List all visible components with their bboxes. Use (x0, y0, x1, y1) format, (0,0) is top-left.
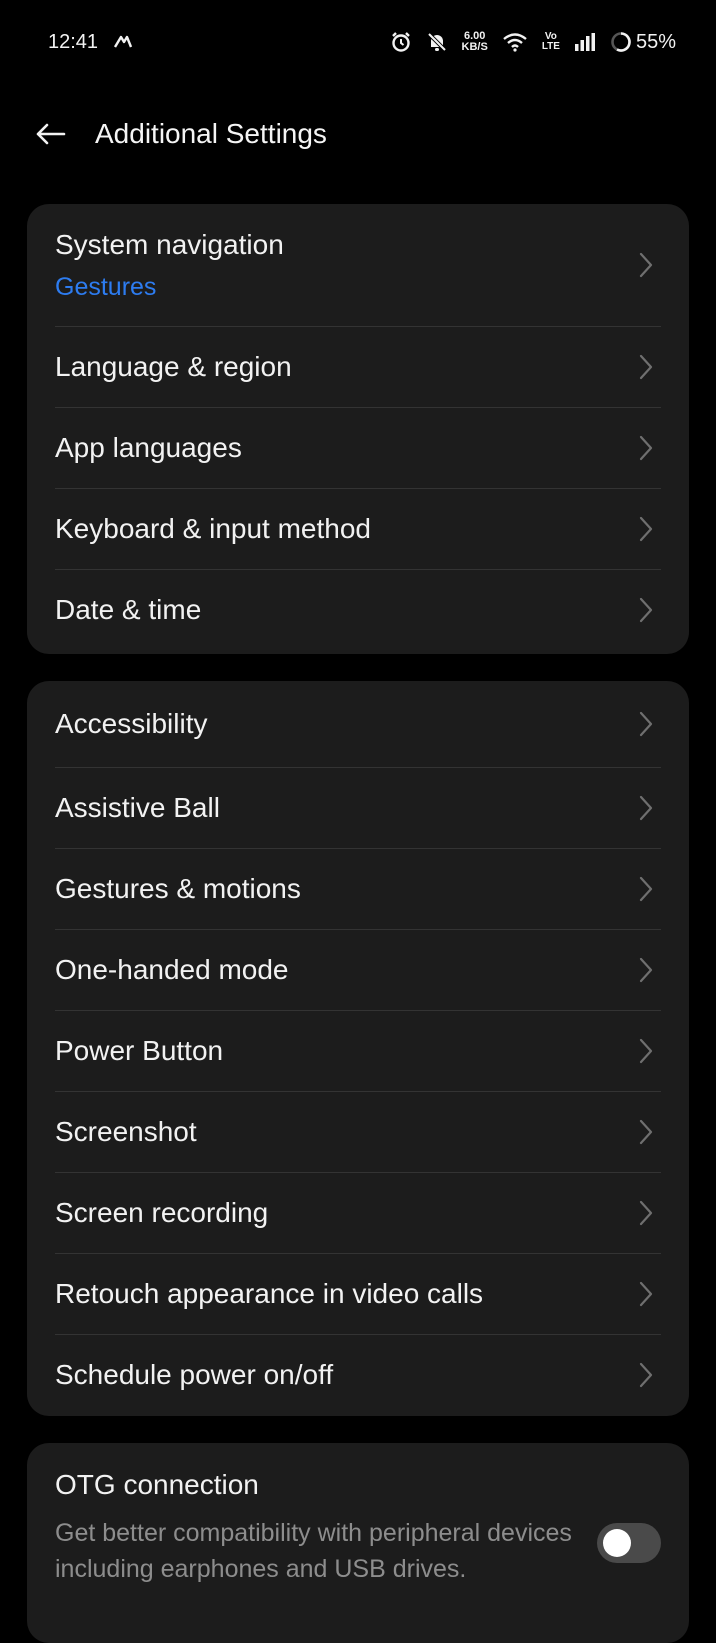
status-bar: 12:41 6.00 KB/S Vo LTE 55% (0, 0, 716, 84)
signal-icon (574, 33, 596, 51)
list-item-label: Screen recording (55, 1196, 269, 1228)
chevron-right-icon (639, 252, 653, 278)
network-speed: 6.00 KB/S (461, 30, 488, 53)
chevron-right-icon (639, 1281, 653, 1306)
otg-connection-label: OTG connection (55, 1469, 259, 1500)
clock: 12:41 (48, 30, 99, 53)
date-time-item[interactable]: Date & time (27, 569, 689, 650)
system-navigation-value: Gestures (55, 272, 157, 301)
header: Additional Settings (0, 100, 716, 170)
list-item-label: Power Button (55, 1034, 224, 1066)
chevron-right-icon (639, 957, 653, 982)
chevron-right-icon (639, 1362, 653, 1387)
system-navigation-label: System navigation (55, 228, 284, 260)
wifi-icon (502, 32, 528, 52)
battery-percent: 55% (635, 30, 676, 53)
chevron-right-icon (639, 711, 653, 737)
screen-recording-item[interactable]: Screen recording (27, 1172, 689, 1253)
settings-group-system: Accessibility Assistive Ball Gestures & … (27, 681, 689, 1416)
list-item-label: One-handed mode (55, 953, 289, 985)
list-item-label: Keyboard & input method (55, 512, 371, 544)
list-item-label: Schedule power on/off (55, 1358, 334, 1390)
chevron-right-icon (639, 597, 653, 622)
one-handed-mode-item[interactable]: One-handed mode (27, 929, 689, 1010)
volte-indicator: Vo LTE (541, 31, 560, 52)
power-button-item[interactable]: Power Button (27, 1010, 689, 1091)
alarm-icon (390, 31, 412, 53)
list-item-label: Retouch appearance in video calls (55, 1277, 484, 1309)
language-region-item[interactable]: Language & region (27, 326, 689, 407)
chevron-right-icon (639, 354, 653, 379)
screenshot-item[interactable]: Screenshot (27, 1091, 689, 1172)
accessibility-item[interactable]: Accessibility (27, 681, 689, 767)
battery-icon: 55% (610, 31, 676, 54)
chevron-right-icon (639, 435, 653, 460)
toggle-knob (603, 1529, 631, 1557)
otg-connection-description: Get better compatibility with peripheral… (55, 1519, 572, 1583)
schedule-power-item[interactable]: Schedule power on/off (27, 1334, 689, 1415)
app-languages-item[interactable]: App languages (27, 407, 689, 488)
retouch-video-calls-item[interactable]: Retouch appearance in video calls (27, 1253, 689, 1334)
app-notification-icon (112, 33, 134, 51)
chevron-right-icon (639, 516, 653, 541)
chevron-right-icon (639, 1200, 653, 1225)
list-item-label: Language & region (55, 350, 292, 382)
list-item-label: Date & time (55, 593, 202, 625)
list-item-label: Screenshot (55, 1115, 197, 1147)
assistive-ball-item[interactable]: Assistive Ball (27, 767, 689, 848)
gestures-motions-item[interactable]: Gestures & motions (27, 848, 689, 929)
list-item-label: Assistive Ball (55, 791, 220, 823)
otg-connection-toggle[interactable] (597, 1523, 661, 1563)
back-button[interactable] (28, 112, 72, 156)
arrow-left-icon (36, 123, 66, 145)
chevron-right-icon (639, 1119, 653, 1144)
chevron-right-icon (639, 1038, 653, 1063)
mute-icon (426, 31, 448, 53)
list-item-label: App languages (55, 431, 242, 463)
page-title: Additional Settings (95, 118, 327, 149)
chevron-right-icon (639, 876, 653, 901)
settings-group-input: System navigation Gestures Language & re… (27, 204, 689, 654)
otg-connection-item[interactable]: OTG connection Get better compatibility … (27, 1443, 689, 1643)
keyboard-input-item[interactable]: Keyboard & input method (27, 488, 689, 569)
list-item-label: Accessibility (55, 708, 208, 739)
system-navigation-item[interactable]: System navigation Gestures (27, 204, 689, 326)
chevron-right-icon (639, 795, 653, 820)
list-item-label: Gestures & motions (55, 872, 301, 904)
